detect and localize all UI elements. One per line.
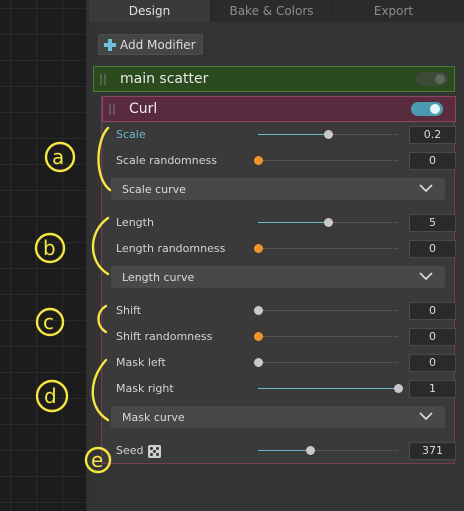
- dropdown-label: Length curve: [122, 270, 195, 284]
- modifier-main-scatter[interactable]: main scatter: [93, 66, 455, 92]
- modifier-curl: Curl Scale 0.2 Scale randomness 0 Scale …: [101, 96, 456, 464]
- slider-knob[interactable]: [254, 306, 263, 315]
- scale-randomness-slider[interactable]: [254, 156, 398, 165]
- param-label: Scale randomness: [116, 154, 217, 167]
- modifier-title: main scatter: [120, 71, 209, 87]
- slider-knob[interactable]: [324, 218, 333, 227]
- modifier-panel: Design Bake & Colors Export Add Modifier…: [89, 0, 464, 511]
- shift-randomness-slider[interactable]: [254, 332, 398, 341]
- slider-knob[interactable]: [324, 130, 333, 139]
- param-label: Mask right: [116, 382, 174, 395]
- slider-knob[interactable]: [254, 156, 263, 165]
- curl-enable-toggle[interactable]: [411, 102, 443, 116]
- param-label: Mask left: [116, 356, 166, 369]
- tab-export[interactable]: Export: [333, 0, 455, 22]
- mask-curve-dropdown[interactable]: Mask curve: [111, 406, 445, 428]
- dice-icon[interactable]: [148, 445, 161, 458]
- dropdown-label: Mask curve: [122, 410, 185, 424]
- scatter-enable-toggle[interactable]: [416, 72, 448, 86]
- chevron-down-icon: [419, 272, 433, 281]
- slider-knob[interactable]: [254, 244, 263, 253]
- length-randomness-slider[interactable]: [254, 244, 398, 253]
- mask-right-slider[interactable]: [258, 384, 403, 393]
- length-randomness-value-input[interactable]: 0: [409, 240, 456, 258]
- shift-randomness-value-input[interactable]: 0: [409, 328, 456, 346]
- dropdown-label: Scale curve: [122, 182, 186, 196]
- scale-randomness-value-input[interactable]: 0: [409, 152, 456, 170]
- drag-handle-icon[interactable]: [109, 103, 117, 115]
- shift-value-input[interactable]: 0: [409, 302, 456, 320]
- curl-header[interactable]: Curl: [102, 96, 456, 122]
- scale-curve-dropdown[interactable]: Scale curve: [111, 178, 445, 200]
- param-label: Shift: [116, 304, 142, 317]
- param-mask-right: Mask right 1: [116, 380, 456, 398]
- param-mask-left: Mask left 0: [116, 354, 456, 372]
- param-label: Seed: [116, 444, 144, 457]
- chevron-down-icon: [419, 184, 433, 193]
- param-label: Scale: [116, 128, 146, 141]
- mask-left-slider[interactable]: [254, 358, 398, 367]
- param-label: Shift randomness: [116, 330, 213, 343]
- seed-value-input[interactable]: 371: [409, 442, 456, 460]
- param-length: Length 5: [116, 214, 456, 232]
- plus-icon: [104, 38, 116, 51]
- param-scale: Scale 0.2: [116, 126, 456, 144]
- param-scale-randomness: Scale randomness 0: [116, 152, 456, 170]
- add-modifier-button[interactable]: Add Modifier: [98, 34, 203, 55]
- add-modifier-label: Add Modifier: [120, 37, 196, 52]
- seed-slider[interactable]: [258, 446, 398, 455]
- viewport-canvas[interactable]: [0, 0, 88, 511]
- slider-knob[interactable]: [305, 446, 315, 455]
- param-label: Length randomness: [116, 242, 226, 255]
- length-value-input[interactable]: 5: [409, 214, 456, 232]
- mask-left-value-input[interactable]: 0: [409, 354, 456, 372]
- param-length-randomness: Length randomness 0: [116, 240, 456, 258]
- chevron-down-icon: [419, 412, 433, 421]
- slider-knob[interactable]: [254, 358, 263, 367]
- tab-bake-colors[interactable]: Bake & Colors: [211, 0, 333, 22]
- tab-design[interactable]: Design: [89, 0, 211, 22]
- param-label: Length: [116, 216, 154, 229]
- drag-handle-icon[interactable]: [100, 73, 108, 85]
- param-shift-randomness: Shift randomness 0: [116, 328, 456, 346]
- param-seed: Seed 371: [116, 442, 456, 460]
- scale-value-input[interactable]: 0.2: [409, 126, 456, 144]
- modifier-title: Curl: [129, 101, 158, 117]
- length-slider[interactable]: [258, 218, 398, 227]
- shift-slider[interactable]: [254, 306, 398, 315]
- scale-slider[interactable]: [258, 130, 398, 139]
- slider-knob[interactable]: [254, 332, 263, 341]
- length-curve-dropdown[interactable]: Length curve: [111, 266, 445, 288]
- slider-knob[interactable]: [394, 384, 403, 393]
- mask-right-value-input[interactable]: 1: [409, 380, 456, 398]
- param-shift: Shift 0: [116, 302, 456, 320]
- tab-bar: Design Bake & Colors Export: [89, 0, 464, 22]
